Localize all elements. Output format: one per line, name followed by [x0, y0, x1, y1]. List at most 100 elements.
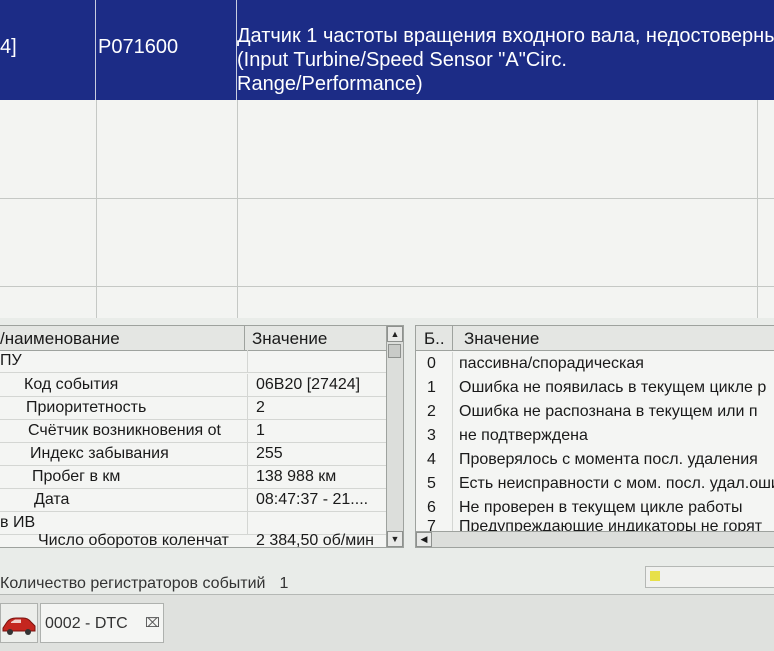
row-value: 2 384,50 об/мин — [256, 532, 375, 548]
details-header: /наименование Значение — [0, 326, 386, 351]
scroll-down-icon[interactable]: ▼ — [387, 531, 403, 547]
grid-line — [237, 100, 238, 318]
tab-dtc-label: 0002 - DTC — [45, 615, 128, 632]
cell-separator — [452, 400, 453, 424]
dtc-list: 4] P071600 Датчик 1 частоты вращения вхо… — [0, 0, 774, 318]
grid-line — [0, 198, 774, 199]
close-icon[interactable]: ⌧ — [145, 615, 160, 631]
row-name: Дата — [34, 491, 70, 508]
details-row[interactable]: ПУ — [0, 350, 386, 373]
header-separator[interactable] — [452, 326, 453, 350]
activity-indicator — [645, 566, 774, 588]
dtc-code-text: P071600 — [98, 36, 179, 58]
cell-separator — [247, 466, 248, 489]
tab-bar: 0002 - DTC ⌧ — [0, 594, 774, 651]
header-value[interactable]: Значение — [252, 329, 327, 349]
event-recorders-count: 1 — [279, 575, 289, 592]
status-bits-table: Б.. Значение 0 пассивна/спорадическая 1 … — [415, 325, 774, 548]
status-bit-row[interactable]: 1 Ошибка не появилась в текущем цикле р — [416, 376, 774, 400]
header-name[interactable]: /наименование — [0, 329, 120, 349]
status-bit-row[interactable]: 6 Не проверен в текущем цикле работы — [416, 496, 774, 520]
event-recorders-status: Количество регистраторов событий 1 — [0, 575, 288, 593]
status-bit-row[interactable]: 7 Предупреждающие индикаторы не горят — [416, 518, 774, 531]
bit-value: Не проверен в текущем цикле работы — [459, 499, 743, 516]
cell-separator — [452, 518, 453, 531]
row-value: 1 — [256, 422, 265, 439]
row-value: 2 — [256, 399, 265, 416]
status-bit-row[interactable]: 0 пассивна/спорадическая — [416, 352, 774, 376]
cell-separator — [247, 420, 248, 443]
details-row[interactable]: Пробег в км 138 988 км — [0, 466, 386, 489]
bit-value: не подтверждена — [459, 427, 588, 444]
dtc-cell-description: Датчик 1 частоты вращения входного вала,… — [237, 0, 774, 100]
cell-separator — [247, 350, 248, 373]
cell-separator — [247, 374, 248, 397]
status-bits-horizontal-scrollbar[interactable]: ◀ — [416, 531, 774, 547]
header-value[interactable]: Значение — [464, 329, 539, 349]
dtc-cell-code: P071600 — [96, 0, 237, 100]
scroll-thumb[interactable] — [388, 344, 401, 358]
row-name: Код события — [24, 376, 119, 393]
details-vertical-scrollbar[interactable]: ▲ ▼ — [386, 326, 403, 547]
scroll-up-icon[interactable]: ▲ — [387, 326, 403, 342]
details-row[interactable]: Индекс забывания 255 — [0, 443, 386, 466]
scroll-left-icon[interactable]: ◀ — [416, 532, 432, 547]
header-separator[interactable] — [244, 326, 245, 350]
row-value: 08:47:37 - 21.... — [256, 491, 369, 508]
cell-separator — [247, 397, 248, 420]
row-name: ПУ — [0, 352, 22, 369]
bit-value: Ошибка не распознана в текущем или п — [459, 403, 758, 420]
bit-value: Ошибка не появилась в текущем цикле р — [459, 379, 767, 396]
cell-separator — [452, 352, 453, 376]
status-bit-row[interactable]: 3 не подтверждена — [416, 424, 774, 448]
bit-value: пассивна/спорадическая — [459, 355, 644, 372]
bit-value: Проверялось с момента посл. удаления — [459, 451, 758, 468]
row-name: Индекс забывания — [30, 445, 169, 462]
row-value: 06B20 [27424] — [256, 376, 361, 393]
cell-separator — [452, 448, 453, 472]
cell-separator — [452, 376, 453, 400]
tab-dtc[interactable]: 0002 - DTC ⌧ — [40, 603, 164, 643]
cell-separator — [247, 443, 248, 466]
row-name: Число оборотов коленчат — [38, 532, 229, 548]
bit-number: 5 — [427, 475, 436, 492]
cell-separator — [452, 496, 453, 520]
row-name: Приоритетность — [26, 399, 147, 416]
car-icon — [2, 617, 36, 635]
grid-line — [757, 100, 758, 318]
bit-number: 7 — [427, 518, 436, 531]
grid-line — [96, 100, 97, 318]
row-name: в ИВ — [0, 514, 36, 531]
cell-separator — [452, 472, 453, 496]
bit-number: 2 — [427, 403, 436, 420]
bit-number: 3 — [427, 427, 436, 444]
details-table: /наименование Значение ПУ Код события 06… — [0, 325, 404, 548]
bit-value: Предупреждающие индикаторы не горят — [459, 518, 763, 531]
details-row[interactable]: Счётчик возникновения ot 1 — [0, 420, 386, 443]
bit-number: 1 — [427, 379, 436, 396]
dtc-description-text: Датчик 1 частоты вращения входного вала,… — [237, 25, 774, 95]
dtc-index-text: 4] — [0, 36, 17, 58]
dtc-row-selected[interactable]: 4] P071600 Датчик 1 частоты вращения вхо… — [0, 0, 774, 100]
status-bit-row[interactable]: 5 Есть неисправности с мом. посл. удал.о… — [416, 472, 774, 496]
status-bit-row[interactable]: 2 Ошибка не распознана в текущем или п — [416, 400, 774, 424]
row-name: Счётчик возникновения ot — [28, 422, 221, 439]
status-bits-header: Б.. Значение — [416, 326, 774, 351]
details-row[interactable]: Код события 06B20 [27424] — [0, 374, 386, 397]
dtc-cell-index: 4] — [0, 0, 96, 100]
details-row[interactable]: Приоритетность 2 — [0, 397, 386, 420]
details-row[interactable]: Дата 08:47:37 - 21.... — [0, 489, 386, 512]
cell-separator — [452, 424, 453, 448]
details-row[interactable]: Число оборотов коленчат 2 384,50 об/мин — [0, 532, 386, 548]
bit-number: 4 — [427, 451, 436, 468]
cell-separator — [247, 489, 248, 512]
bit-number: 0 — [427, 355, 436, 372]
row-value: 255 — [256, 445, 283, 462]
activity-light-icon — [650, 571, 660, 581]
tab-vehicle[interactable] — [0, 603, 38, 643]
status-bit-row[interactable]: 4 Проверялось с момента посл. удаления — [416, 448, 774, 472]
header-bit[interactable]: Б.. — [424, 329, 445, 349]
grid-line — [0, 286, 774, 287]
event-recorders-label: Количество регистраторов событий — [0, 575, 266, 592]
bit-number: 6 — [427, 499, 436, 516]
